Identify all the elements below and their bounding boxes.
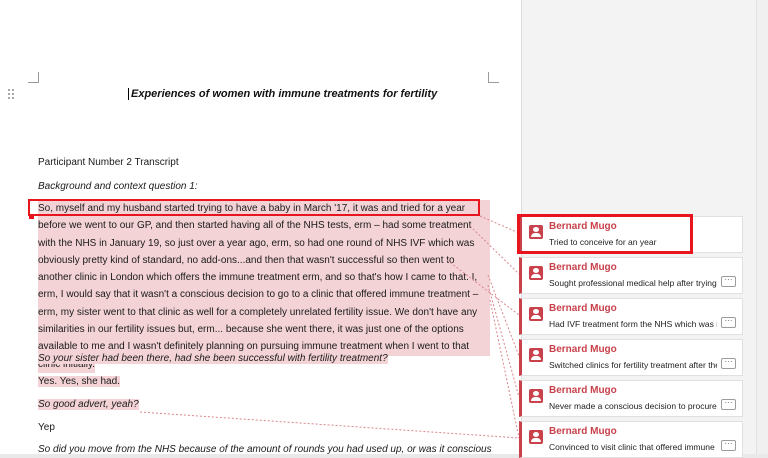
comment-author: Bernard Mugo [549, 426, 617, 437]
comment-author: Bernard Mugo [549, 303, 617, 314]
comment-card[interactable]: Bernard Mugo Sought professional medical… [519, 257, 743, 294]
transcript-line: another clinic in London which offers th… [38, 269, 490, 287]
comment-anchor-marker [29, 214, 34, 219]
participant-heading: Participant Number 2 Transcript [38, 157, 179, 168]
transcript-line: with the NHS in January 19, so just over… [38, 234, 490, 252]
comment-text: Convinced to visit clinic that offered i… [549, 442, 715, 452]
move-handle-icon[interactable] [8, 89, 16, 101]
page-corner-mark [488, 72, 499, 83]
comment-author: Bernard Mugo [549, 262, 617, 273]
answer-text: Yep [38, 422, 55, 433]
section-heading: Background and context question 1: [38, 181, 198, 192]
more-options-icon[interactable]: ··· [721, 276, 736, 287]
annotation-highlight-box [28, 199, 480, 216]
transcript-line: obviously pretty kind of standard, no ad… [38, 251, 490, 270]
comment-card[interactable]: Bernard Mugo Never made a conscious deci… [519, 380, 743, 417]
comment-text: Sought professional medical help after t… [549, 278, 717, 288]
annotation-comment-box [517, 214, 693, 254]
comment-card[interactable]: Bernard Mugo Convinced to visit clinic t… [519, 421, 743, 458]
user-avatar-icon [529, 307, 543, 321]
comment-card[interactable]: Bernard Mugo Switched clinics for fertil… [519, 339, 743, 376]
transcript-line: before we went to our GP, and then start… [38, 217, 490, 235]
transcript-line: erm, I would say that it wasn't a consci… [38, 286, 490, 304]
comment-author: Bernard Mugo [549, 344, 617, 355]
comment-text: Never made a conscious decision to procu… [549, 401, 717, 411]
more-options-icon[interactable]: ··· [721, 399, 736, 410]
user-avatar-icon [529, 266, 543, 280]
answer-text: Yes. Yes, she had. [38, 376, 120, 387]
user-avatar-icon [529, 389, 543, 403]
transcript-paragraph[interactable]: So, myself and my husband started trying… [38, 200, 490, 373]
question-text: So good advert, yeah? [38, 399, 139, 410]
user-avatar-icon [529, 348, 543, 362]
user-avatar-icon [529, 430, 543, 444]
page-corner-mark [28, 72, 39, 83]
document-page[interactable]: Experiences of women with immune treatme… [0, 0, 521, 454]
comment-author: Bernard Mugo [549, 385, 617, 396]
vertical-scrollbar[interactable] [756, 0, 768, 454]
question-text: So did you move from the NHS because of … [38, 444, 492, 454]
more-options-icon[interactable]: ··· [721, 440, 736, 451]
document-title: Experiences of women with immune treatme… [128, 88, 437, 100]
comment-text: Had IVF treatment form the NHS which was… [549, 319, 717, 329]
question-text: So your sister had been there, had she b… [38, 353, 388, 364]
transcript-line: erm, my sister went to that clinic as we… [38, 303, 490, 322]
more-options-icon[interactable]: ··· [721, 358, 736, 369]
comment-card[interactable]: Bernard Mugo Had IVF treatment form the … [519, 298, 743, 335]
transcript-line: similarities in our fertility issues but… [38, 321, 490, 339]
comment-text: Switched clinics for fertility treatment… [549, 360, 717, 370]
more-options-icon[interactable]: ··· [721, 317, 736, 328]
